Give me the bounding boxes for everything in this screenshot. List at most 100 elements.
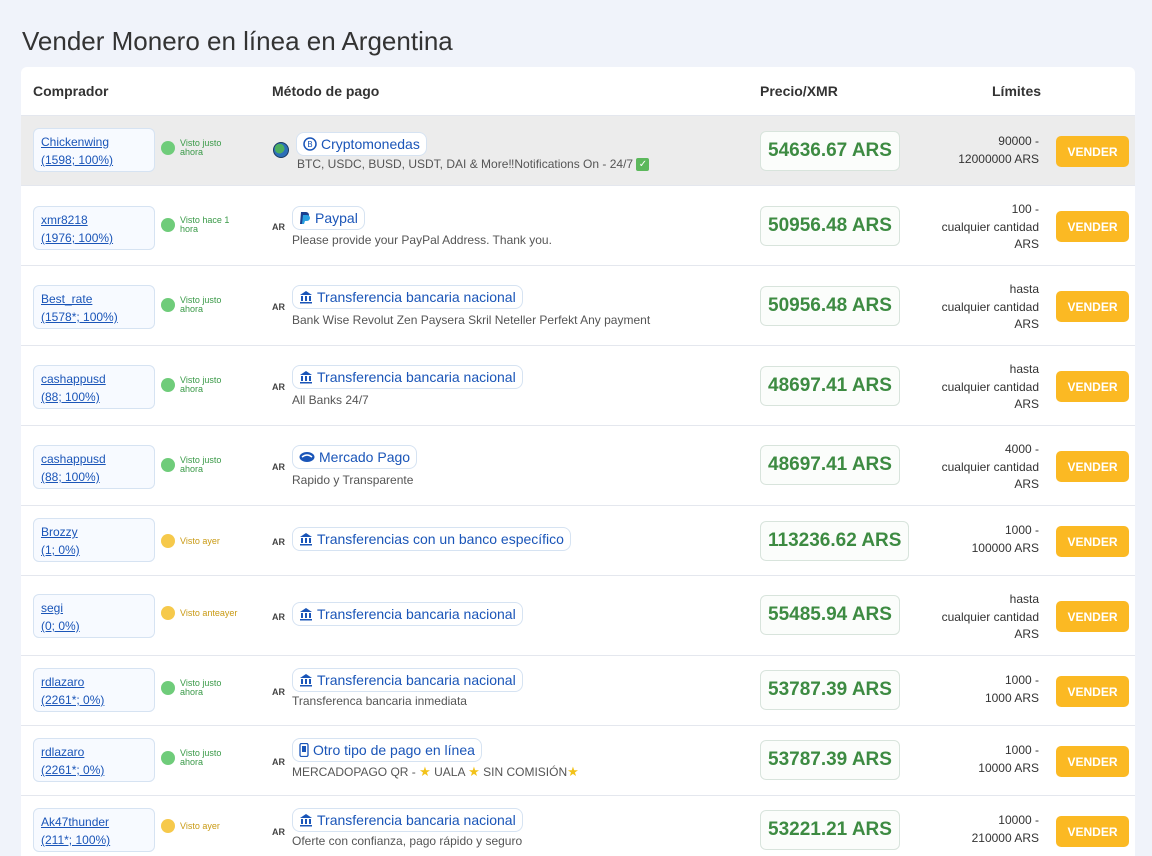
buyer-username-link[interactable]: cashappusd xyxy=(41,370,147,388)
buyer-username-link[interactable]: cashappusd xyxy=(41,450,147,468)
buyer-username-link[interactable]: segi xyxy=(41,599,147,617)
sell-button[interactable]: VENDER xyxy=(1056,211,1129,242)
payment-method-link[interactable]: Otro tipo de pago en línea xyxy=(292,738,482,762)
country-code: AR xyxy=(272,302,285,312)
buyer-username-link[interactable]: rdlazaro xyxy=(41,673,147,691)
payment-description-text: Oferte con confianza, pago rápido y segu… xyxy=(292,834,523,848)
bank-icon xyxy=(299,370,313,384)
limit-line: 10000 ARS xyxy=(978,760,1039,775)
buyer-info: Brozzy (1; 0%) xyxy=(33,518,155,562)
crypto-icon: B xyxy=(303,137,317,151)
online-status: Visto ayer xyxy=(161,534,240,548)
buyer-stats-link[interactable]: (1976; 100%) xyxy=(41,229,147,247)
buyer-username-link[interactable]: rdlazaro xyxy=(41,743,147,761)
limit-line: 90000 - xyxy=(998,134,1039,148)
payment-description: All Banks 24/7 xyxy=(292,393,369,407)
globe-icon xyxy=(273,142,289,158)
payment-description-text: All Banks 24/7 xyxy=(292,393,369,407)
payment-method-label: Paypal xyxy=(315,210,358,226)
sell-button[interactable]: VENDER xyxy=(1056,136,1129,167)
limit-line: cualquier cantidad xyxy=(941,459,1039,474)
buyer-stats-link[interactable]: (1; 0%) xyxy=(41,541,147,559)
offer-row: xmr8218 (1976; 100%) Visto hace 1 hora A… xyxy=(21,186,1135,266)
buyer-stats-link[interactable]: (211*; 100%) xyxy=(41,831,147,849)
buyer-stats-link[interactable]: (2261*; 0%) xyxy=(41,691,147,709)
payment-method-label: Transferencia bancaria nacional xyxy=(317,606,516,622)
price-per-xmr: 113236.62 ARS xyxy=(760,521,910,561)
status-dot-icon xyxy=(161,218,175,232)
price-per-xmr: 50956.48 ARS xyxy=(760,286,900,326)
limit-line: hasta xyxy=(1009,282,1039,296)
trade-limits: 1000 - 1000 ARS xyxy=(985,672,1039,707)
limit-line: 100000 ARS xyxy=(971,540,1039,555)
country-code: AR xyxy=(272,827,285,837)
online-status: Visto justo ahora xyxy=(161,679,240,697)
payment-method-link[interactable]: Transferencia bancaria nacional xyxy=(292,668,523,692)
sell-button[interactable]: VENDER xyxy=(1056,816,1129,847)
buyer-info: cashappusd (88; 100%) xyxy=(33,445,155,489)
buyer-stats-link[interactable]: (1598; 100%) xyxy=(41,151,147,169)
offer-row: segi (0; 0%) Visto anteayer AR Transfere… xyxy=(21,576,1135,656)
status-text: Visto justo ahora xyxy=(180,138,222,157)
payment-method-link[interactable]: Transferencia bancaria nacional xyxy=(292,808,523,832)
payment-method-link[interactable]: Transferencia bancaria nacional xyxy=(292,365,523,389)
payment-description-part: SIN COMISIÓN xyxy=(479,765,568,779)
trade-limits: 100 - cualquier cantidad ARS xyxy=(942,201,1039,254)
buyer-stats-link[interactable]: (1578*; 100%) xyxy=(41,308,147,326)
buyer-username-link[interactable]: Chickenwing xyxy=(41,133,147,151)
payment-method-link[interactable]: B Cryptomonedas xyxy=(296,132,427,156)
offer-row: cashappusd (88; 100%) Visto justo ahora … xyxy=(21,346,1135,426)
payment-method-link[interactable]: Mercado Pago xyxy=(292,445,418,469)
price-per-xmr: 54636.67 ARS xyxy=(760,131,900,171)
buyer-info: Ak47thunder (211*; 100%) xyxy=(33,808,155,852)
header-price: Precio/XMR xyxy=(760,83,838,99)
buyer-stats-link[interactable]: (88; 100%) xyxy=(41,468,147,486)
payment-method-link[interactable]: Transferencias con un banco específico xyxy=(292,527,571,551)
buyer-stats-link[interactable]: (0; 0%) xyxy=(41,617,147,635)
trade-limits: hasta cualquier cantidad ARS xyxy=(942,281,1039,334)
payment-description-text: Rapido y Transparente xyxy=(292,473,414,487)
sell-button[interactable]: VENDER xyxy=(1056,371,1129,402)
status-dot-icon xyxy=(161,819,175,833)
payment-method-label: Cryptomonedas xyxy=(321,136,420,152)
buyer-username-link[interactable]: Ak47thunder xyxy=(41,813,147,831)
star-icon: ★ xyxy=(419,764,431,779)
limit-line: 1000 ARS xyxy=(984,690,1039,705)
limit-line: 4000 - xyxy=(1004,442,1039,456)
sell-button[interactable]: VENDER xyxy=(1056,526,1129,557)
sell-button[interactable]: VENDER xyxy=(1056,451,1129,482)
header-payment-method: Método de pago xyxy=(272,83,380,99)
buyer-info: segi (0; 0%) xyxy=(33,594,155,638)
price-per-xmr: 53787.39 ARS xyxy=(760,740,900,780)
buyer-info: Chickenwing (1598; 100%) xyxy=(33,128,155,172)
status-text: Visto justo ahora xyxy=(180,748,222,767)
price-per-xmr: 48697.41 ARS xyxy=(760,445,900,485)
online-status: Visto hace 1 hora xyxy=(161,216,240,234)
online-status: Visto justo ahora xyxy=(161,456,240,474)
limit-line: cualquier cantidad xyxy=(941,609,1039,624)
online-status: Visto ayer xyxy=(161,819,240,833)
sell-button[interactable]: VENDER xyxy=(1056,676,1129,707)
buyer-username-link[interactable]: Brozzy xyxy=(41,523,147,541)
limit-line: 210000 ARS xyxy=(971,830,1039,845)
payment-method-label: Transferencias con un banco específico xyxy=(317,531,564,547)
payment-method-link[interactable]: Transferencia bancaria nacional xyxy=(292,602,523,626)
buyer-username-link[interactable]: Best_rate xyxy=(41,290,147,308)
sell-button[interactable]: VENDER xyxy=(1056,601,1129,632)
sell-button[interactable]: VENDER xyxy=(1056,746,1129,777)
limit-line: 1000 - xyxy=(1004,523,1039,537)
buyer-info: cashappusd (88; 100%) xyxy=(33,365,155,409)
price-per-xmr: 53221.21 ARS xyxy=(760,810,900,850)
payment-description-text: Please provide your PayPal Address. Than… xyxy=(292,233,552,247)
payment-method-link[interactable]: Paypal xyxy=(292,206,365,230)
sell-button[interactable]: VENDER xyxy=(1056,291,1129,322)
phone-icon xyxy=(299,743,309,757)
price-per-xmr: 55485.94 ARS xyxy=(760,595,900,635)
status-text: Visto justo ahora xyxy=(180,295,222,314)
limit-line: ARS xyxy=(1014,397,1039,411)
buyer-stats-link[interactable]: (88; 100%) xyxy=(41,388,147,406)
payment-description: Oferte con confianza, pago rápido y segu… xyxy=(292,834,522,848)
buyer-username-link[interactable]: xmr8218 xyxy=(41,211,147,229)
payment-method-link[interactable]: Transferencia bancaria nacional xyxy=(292,285,523,309)
buyer-stats-link[interactable]: (2261*; 0%) xyxy=(41,761,147,779)
